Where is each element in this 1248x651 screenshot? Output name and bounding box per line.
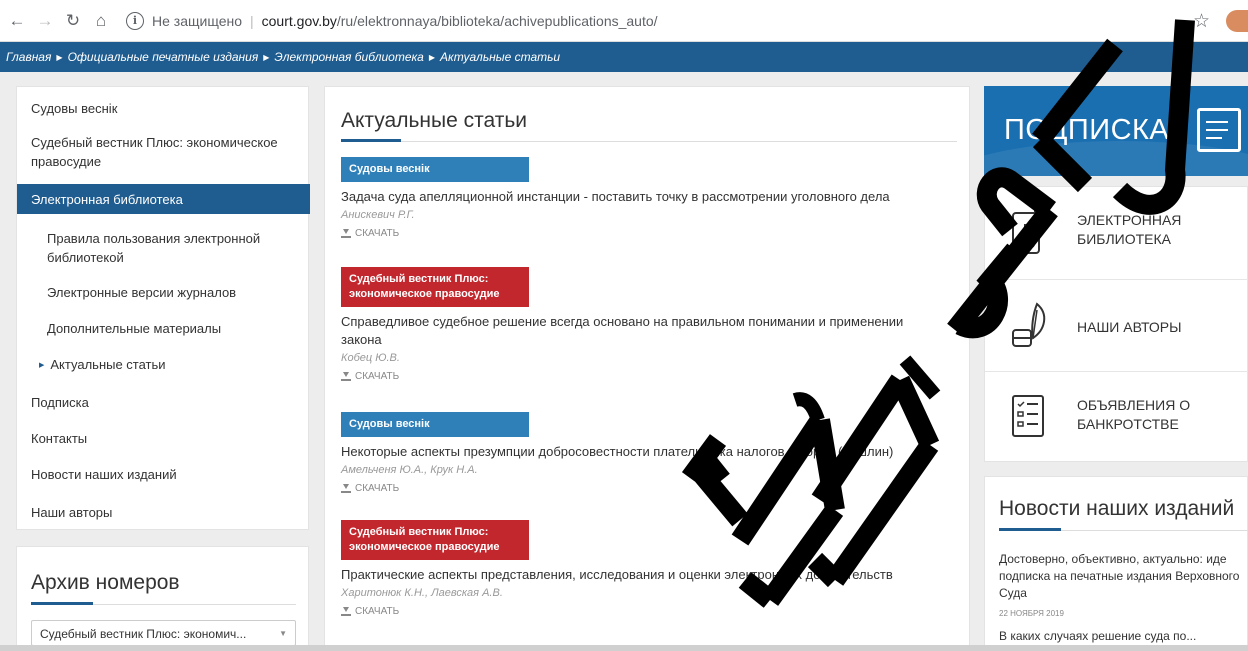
- info-icon[interactable]: i: [126, 11, 144, 30]
- download-label: СКАЧАТЬ: [355, 371, 400, 382]
- article-item: Судовы веснік Некоторые аспекты презумпци…: [341, 412, 941, 494]
- sidebar-item[interactable]: Судебный вестник Плюс: экономическое пра…: [17, 133, 297, 171]
- sidebar-item[interactable]: Наши авторы: [17, 503, 310, 522]
- sidebar-item[interactable]: Электронные версии журналов: [17, 283, 310, 302]
- quick-link-label: НАШИ АВТОРЫ: [1077, 319, 1182, 335]
- download-icon: [341, 607, 351, 616]
- download-label: СКАЧАТЬ: [355, 483, 400, 494]
- sidebar-item[interactable]: Электронная библиотека: [17, 184, 310, 214]
- subscription-banner[interactable]: ПОДПИСКА: [984, 86, 1248, 176]
- download-link[interactable]: СКАЧАТЬ: [341, 606, 941, 617]
- breadcrumb-item[interactable]: Электронная библиотека: [274, 50, 423, 64]
- edit-document-icon: [1197, 108, 1241, 152]
- title-underline: [999, 528, 1061, 531]
- title-underline: [341, 139, 401, 142]
- journal-badge[interactable]: Судебный вестник Плюс: экономическое пра…: [341, 520, 529, 560]
- divider: [341, 141, 957, 142]
- quick-links: E ЭЛЕКТРОННАЯ БИБЛИОТЕКА НАШИ АВТОРЫ ОБЪ…: [984, 186, 1248, 462]
- svg-text:E: E: [1023, 223, 1029, 234]
- page-title: Актуальные статьи: [341, 109, 528, 132]
- subscription-label: ПОДПИСКА: [1004, 114, 1170, 146]
- article-title[interactable]: Некоторые аспекты презумпции добросовест…: [341, 443, 941, 461]
- article-title[interactable]: Справедливое судебное решение всегда осн…: [341, 313, 941, 349]
- archive-select[interactable]: Судебный вестник Плюс: экономич... ▼: [31, 620, 296, 646]
- url-text[interactable]: court.gov.by/ru/elektronnaya/biblioteka/…: [262, 13, 658, 29]
- profile-avatar[interactable]: [1226, 10, 1248, 32]
- sidebar-nav: Судовы веснік Судебный вестник Плюс: экон…: [16, 86, 310, 530]
- quill-inkwell-icon: [1012, 302, 1046, 347]
- home-icon[interactable]: ⌂: [90, 10, 112, 32]
- download-icon: [341, 372, 351, 381]
- chevron-down-icon: ▼: [279, 629, 287, 638]
- download-label: СКАЧАТЬ: [355, 228, 400, 239]
- article-item: Судебный вестник Плюс: экономическое пра…: [341, 267, 941, 382]
- browser-toolbar: ← → ↻ ⌂ i Не защищено | court.gov.by/ru/…: [0, 0, 1248, 42]
- breadcrumb-arrow-icon: ▶: [263, 52, 270, 62]
- breadcrumb-arrow-icon: ▶: [428, 52, 435, 62]
- news-panel: Новости наших изданий Достоверно, объект…: [984, 476, 1248, 651]
- reload-icon[interactable]: ↻: [62, 10, 84, 32]
- breadcrumb-item[interactable]: Главная: [6, 50, 51, 64]
- sidebar-item[interactable]: Судовы веснік: [17, 99, 310, 118]
- news-title: Новости наших изданий: [999, 497, 1235, 520]
- breadcrumb-item[interactable]: Актуальные статьи: [440, 50, 560, 64]
- quick-link-label: ЭЛЕКТРОННАЯ БИБЛИОТЕКА: [1077, 212, 1182, 247]
- sidebar-item[interactable]: Подписка: [17, 393, 310, 412]
- title-underline: [31, 602, 93, 605]
- news-date: 22 НОЯБРЯ 2019: [999, 609, 1064, 618]
- journal-badge[interactable]: Судовы веснік: [341, 157, 529, 182]
- breadcrumb: Главная ▶ Официальные печатные издания ▶ Эле…: [0, 42, 1248, 72]
- back-arrow-icon[interactable]: ←: [6, 10, 28, 32]
- article-author: Харитонюк К.Н., Лаевская А.В.: [341, 587, 503, 599]
- quick-link-library[interactable]: E ЭЛЕКТРОННАЯ БИБЛИОТЕКА: [985, 187, 1248, 279]
- article-author: Амельченя Ю.А., Крук Н.А.: [341, 464, 478, 476]
- breadcrumb-arrow-icon: ▶: [56, 52, 63, 62]
- article-author: Анискевич Р.Г.: [341, 209, 415, 221]
- address-separator: |: [250, 12, 254, 29]
- article-author: Кобец Ю.В.: [341, 352, 400, 364]
- checklist-icon: [1012, 395, 1044, 437]
- news-item-link[interactable]: В каких случаях решение суда по...: [999, 629, 1196, 643]
- sidebar-item[interactable]: Правила пользования электронной библиоте…: [17, 229, 277, 267]
- download-link[interactable]: СКАЧАТЬ: [341, 228, 941, 239]
- archive-panel: Архив номеров Судебный вестник Плюс: эко…: [16, 546, 309, 651]
- article-item: Судебный вестник Плюс: экономическое пра…: [341, 520, 941, 617]
- address-bar[interactable]: i Не защищено | court.gov.by/ru/elektron…: [126, 6, 658, 36]
- sidebar-item-label: Актуальные статьи: [50, 357, 166, 372]
- sidebar-item[interactable]: Контакты: [17, 429, 310, 448]
- horizontal-scrollbar[interactable]: [0, 645, 1248, 651]
- archive-title: Архив номеров: [31, 571, 180, 594]
- news-item-link[interactable]: Достоверно, объективно, актуально: иде п…: [999, 551, 1248, 602]
- journal-badge[interactable]: Судовы веснік: [341, 412, 529, 437]
- sidebar-item[interactable]: Дополнительные материалы: [17, 319, 310, 338]
- current-marker-icon: ▶: [39, 362, 45, 370]
- breadcrumb-item[interactable]: Официальные печатные издания: [68, 50, 259, 64]
- security-label: Не защищено: [152, 12, 242, 29]
- sidebar-item[interactable]: Новости наших изданий: [17, 465, 310, 484]
- sidebar-item[interactable]: ▶ Актуальные статьи: [17, 355, 310, 375]
- quick-link-bankruptcy[interactable]: ОБЪЯВЛЕНИЯ О БАНКРОТСТВЕ: [985, 371, 1248, 463]
- quick-link-authors[interactable]: НАШИ АВТОРЫ: [985, 279, 1248, 371]
- journal-badge[interactable]: Судебный вестник Плюс: экономическое пра…: [341, 267, 529, 307]
- ebook-icon: E: [1012, 209, 1044, 254]
- quick-link-label: ОБЪЯВЛЕНИЯ О БАНКРОТСТВЕ: [1077, 397, 1191, 432]
- article-title[interactable]: Задача суда апелляционной инстанции - по…: [341, 188, 941, 206]
- download-icon: [341, 484, 351, 493]
- article-title[interactable]: Практические аспекты представления, иссл…: [341, 566, 941, 584]
- download-link[interactable]: СКАЧАТЬ: [341, 371, 941, 382]
- main-content: Актуальные статьи Судовы веснік Задача су…: [324, 86, 970, 651]
- article-item: Судовы веснік Задача суда апелляционной и…: [341, 157, 941, 239]
- download-link[interactable]: СКАЧАТЬ: [341, 483, 941, 494]
- download-label: СКАЧАТЬ: [355, 606, 400, 617]
- forward-arrow-icon[interactable]: →: [34, 10, 56, 32]
- download-icon: [341, 229, 351, 238]
- bookmark-star-icon[interactable]: ☆: [1193, 10, 1210, 33]
